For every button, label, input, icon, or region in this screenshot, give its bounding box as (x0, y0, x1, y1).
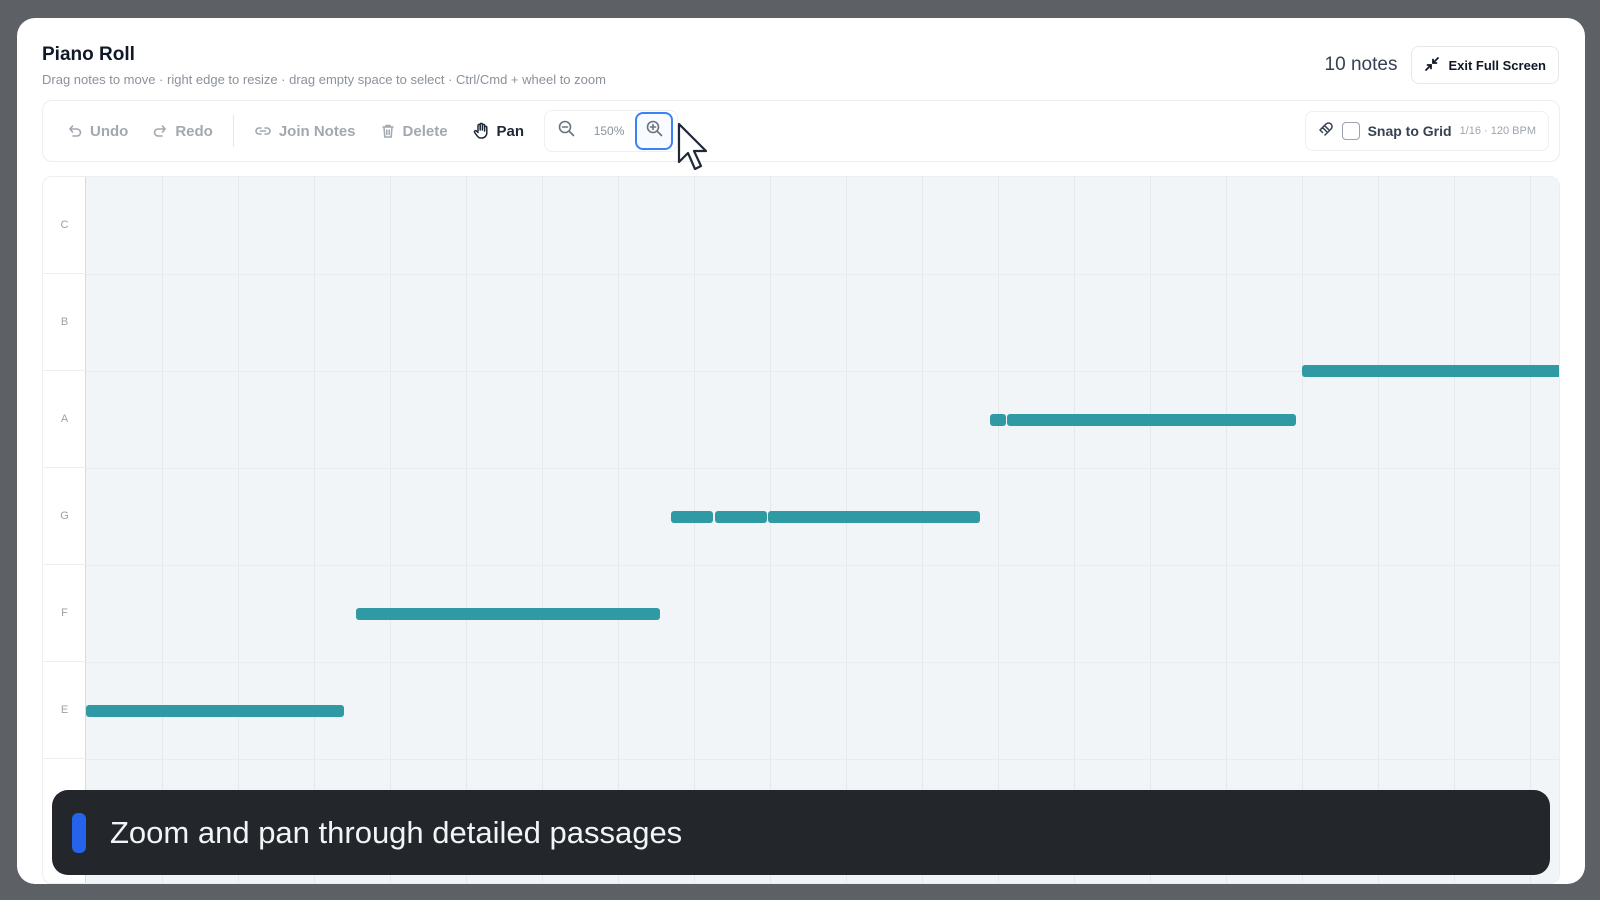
redo-button[interactable]: Redo (140, 113, 225, 149)
piano-key-e: E (43, 662, 86, 759)
caption-text: Zoom and pan through detailed passages (110, 814, 683, 850)
grid-beat-line (238, 177, 239, 883)
redo-icon (152, 123, 168, 139)
pan-button[interactable]: Pan (460, 113, 537, 149)
grid-beat-line (1150, 177, 1151, 883)
grid-beat-line (1302, 177, 1303, 883)
page-subtitle: Drag notes to move · right edge to resiz… (42, 72, 606, 87)
note-e-1[interactable] (86, 704, 345, 717)
caption-accent (72, 812, 86, 853)
trash-icon (380, 123, 396, 139)
piano-key-f: F (43, 565, 86, 662)
header: Piano Roll Drag notes to move · right ed… (42, 44, 606, 87)
grid-beat-line (770, 177, 771, 883)
grid-beat-line (618, 177, 619, 883)
link-icon (254, 123, 272, 139)
zoom-in-button[interactable] (635, 112, 674, 150)
piano-key-g: G (43, 468, 86, 565)
grid-beat-line (162, 177, 163, 883)
note-a-6[interactable] (990, 413, 1006, 426)
notes-count: 10 notes (1324, 54, 1398, 75)
grid-beat-line (922, 177, 923, 883)
join-notes-label: Join Notes (278, 122, 356, 140)
grid-beat-line (1378, 177, 1379, 883)
note-a-7[interactable] (1007, 413, 1296, 426)
delete-label: Delete (402, 122, 448, 140)
delete-button[interactable]: Delete (368, 113, 460, 149)
grid-beat-line (846, 177, 847, 883)
piano-roll-canvas[interactable]: CBAGFE (42, 176, 1560, 884)
note-f-2[interactable] (355, 607, 660, 620)
grid-beat-line (1226, 177, 1227, 883)
grid-beat-line (466, 177, 467, 883)
exit-full-screen-label: Exit Full Screen (1448, 57, 1546, 73)
page-title: Piano Roll (42, 44, 135, 65)
toolbar-divider (232, 115, 234, 147)
redo-label: Redo (175, 122, 213, 140)
piano-keys: CBAGFE (43, 177, 86, 883)
grid-row-line (86, 759, 1559, 760)
grid-row-line (86, 468, 1559, 469)
undo-button[interactable]: Undo (55, 113, 140, 149)
zoom-out-button[interactable] (549, 114, 583, 148)
grid-beat-line (1530, 177, 1531, 883)
grid-beat-line (694, 177, 695, 883)
piano-key-a: A (43, 371, 86, 468)
piano-key-c: C (43, 177, 86, 274)
grid-beat-line (1074, 177, 1075, 883)
zoom-controls: 150% (544, 110, 679, 152)
undo-label: Undo (90, 122, 129, 140)
toolbar: Undo Redo Join Notes Delete Pan 150% Sna… (42, 100, 1560, 162)
grid-beat-line (998, 177, 999, 883)
snap-to-grid-label: Snap to Grid (1367, 123, 1452, 139)
piano-roll-window: Piano Roll Drag notes to move · right ed… (17, 18, 1585, 884)
hand-icon (472, 122, 490, 140)
grid-beat-line (390, 177, 391, 883)
grid-beat-line (1454, 177, 1455, 883)
grid-row-line (86, 565, 1559, 566)
grid-row-line (86, 662, 1559, 663)
mouse-cursor-icon (677, 122, 711, 179)
zoom-in-icon (646, 120, 663, 142)
note-grid[interactable] (86, 177, 1559, 883)
piano-key-b: B (43, 274, 86, 371)
note-g-5[interactable] (768, 510, 980, 523)
note-g-4[interactable] (715, 510, 767, 523)
join-notes-button[interactable]: Join Notes (242, 113, 368, 149)
note-asharp-8[interactable] (1302, 365, 1559, 377)
grid-info: 1/16 · 120 BPM (1459, 125, 1536, 137)
grid-beat-line (542, 177, 543, 883)
snap-to-grid-control: Snap to Grid 1/16 · 120 BPM (1304, 111, 1549, 151)
magnet-icon (1316, 120, 1334, 143)
note-g-3[interactable] (671, 510, 713, 523)
grid-beat-line (314, 177, 315, 883)
snap-to-grid-checkbox[interactable] (1341, 122, 1360, 140)
header-right: 10 notes Exit Full Screen (1325, 46, 1559, 84)
undo-icon (67, 123, 83, 139)
exit-full-screen-button[interactable]: Exit Full Screen (1411, 46, 1559, 84)
pan-label: Pan (496, 122, 525, 140)
grid-row-line (86, 274, 1559, 275)
zoom-level: 150% (593, 124, 625, 138)
zoom-out-icon (558, 120, 575, 142)
caption-banner: Zoom and pan through detailed passages (52, 790, 1550, 875)
exit-full-screen-icon (1424, 56, 1440, 75)
